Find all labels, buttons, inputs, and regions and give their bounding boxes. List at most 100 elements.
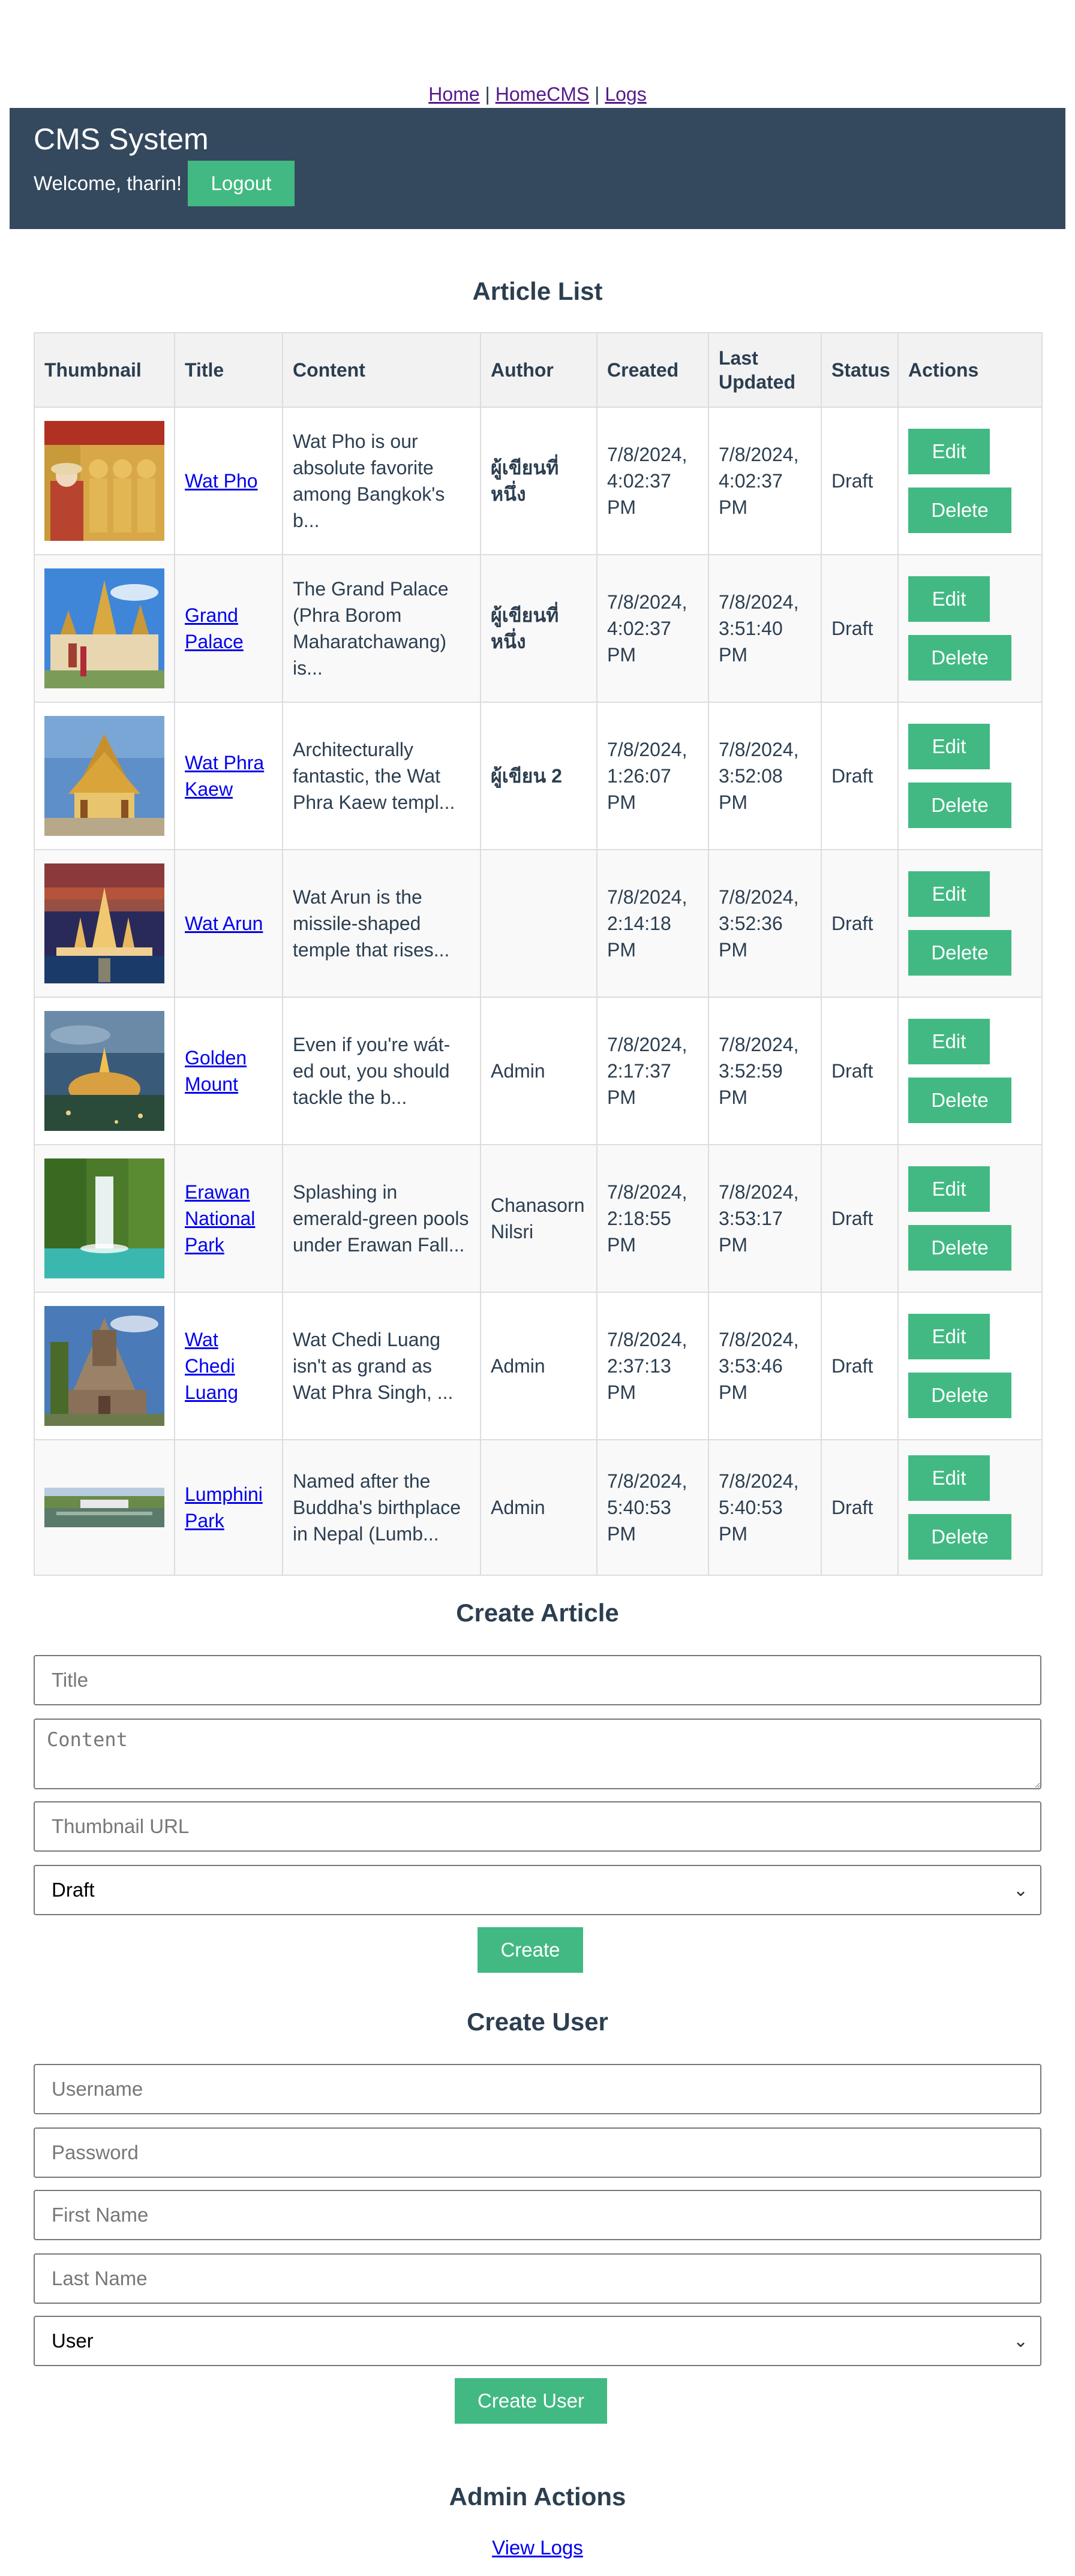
article-created: 7/8/2024, 2:37:13 PM (596, 1292, 709, 1440)
article-updated: 7/8/2024, 3:52:08 PM (708, 702, 822, 850)
article-thumbnail (44, 1306, 164, 1426)
edit-button[interactable]: Edit (908, 1314, 990, 1359)
thumbnail-url-input[interactable] (34, 1801, 1041, 1852)
article-author: ผู้เขียน 2 (480, 702, 597, 850)
column-header-content: Content (282, 332, 481, 408)
column-header-created: Created (596, 332, 709, 408)
article-content: Wat Arun is the missile-shaped temple th… (282, 849, 481, 998)
article-author: Admin (480, 1439, 597, 1576)
edit-button[interactable]: Edit (908, 871, 990, 917)
delete-button[interactable]: Delete (908, 930, 1011, 976)
last-name-input[interactable] (34, 2253, 1041, 2304)
article-content-textarea[interactable] (34, 1719, 1041, 1789)
article-title-link[interactable]: Wat Chedi Luang (185, 1329, 238, 1403)
article-content: Architecturally fantastic, the Wat Phra … (282, 702, 481, 850)
create-user-button[interactable]: Create User (455, 2378, 607, 2424)
edit-button[interactable]: Edit (908, 429, 990, 474)
article-title-link[interactable]: Grand Palace (185, 604, 244, 652)
delete-button[interactable]: Delete (908, 635, 1011, 681)
delete-button[interactable]: Delete (908, 1514, 1011, 1560)
article-status: Draft (821, 702, 899, 850)
delete-button[interactable]: Delete (908, 487, 1011, 533)
article-title-link[interactable]: Wat Phra Kaew (185, 752, 264, 800)
chevron-down-icon: ⌄ (1013, 1880, 1028, 1900)
article-title-link[interactable]: Golden Mount (185, 1047, 247, 1095)
delete-button[interactable]: Delete (908, 1373, 1011, 1418)
article-table: Thumbnail Title Content Author Created L… (34, 332, 1043, 1576)
article-content: The Grand Palace (Phra Borom Maharatchaw… (282, 554, 481, 703)
article-updated: 7/8/2024, 3:53:46 PM (708, 1292, 822, 1440)
create-article-title: Create Article (456, 1599, 619, 1627)
create-article-button[interactable]: Create (478, 1927, 583, 1973)
delete-button[interactable]: Delete (908, 1225, 1011, 1271)
article-created: 7/8/2024, 5:40:53 PM (596, 1439, 709, 1576)
article-status: Draft (821, 1292, 899, 1440)
password-input[interactable] (34, 2127, 1041, 2178)
article-title-link[interactable]: Wat Arun (185, 913, 263, 934)
article-author: Chanasorn Nilsri (480, 1144, 597, 1293)
edit-button[interactable]: Edit (908, 724, 990, 769)
article-thumbnail (44, 568, 164, 688)
article-title-link[interactable]: Erawan National Park (185, 1181, 255, 1256)
top-nav: Home | HomeCMS | Logs (0, 80, 1075, 108)
article-thumbnail (44, 863, 164, 983)
column-header-status: Status (821, 332, 899, 408)
nav-homecms-link[interactable]: HomeCMS (496, 83, 589, 105)
article-created: 7/8/2024, 4:02:37 PM (596, 554, 709, 703)
article-author: ผู้เขียนที่หนึ่ง (480, 554, 597, 703)
article-created: 7/8/2024, 4:02:37 PM (596, 407, 709, 555)
article-title-link[interactable]: Lumphini Park (185, 1483, 263, 1531)
table-header-row: Thumbnail Title Content Author Created L… (34, 332, 1043, 408)
article-status: Draft (821, 1144, 899, 1293)
nav-logs-link[interactable]: Logs (605, 83, 646, 105)
article-content: Wat Chedi Luang isn't as grand as Wat Ph… (282, 1292, 481, 1440)
edit-button[interactable]: Edit (908, 1166, 990, 1212)
view-logs-link[interactable]: View Logs (492, 2536, 583, 2559)
delete-button[interactable]: Delete (908, 783, 1011, 828)
article-title-input[interactable] (34, 1655, 1041, 1705)
article-thumbnail (44, 1158, 164, 1278)
article-status-selected: Draft (52, 1879, 95, 1901)
article-status-select[interactable]: Draft ⌄ (34, 1865, 1041, 1915)
app-header: CMS System Welcome, tharin! Logout (10, 108, 1065, 229)
article-status: Draft (821, 997, 899, 1145)
edit-button[interactable]: Edit (908, 576, 990, 622)
nav-separator: | (594, 83, 600, 105)
column-header-thumbnail: Thumbnail (34, 332, 175, 408)
table-row: Lumphini Park Named after the Buddha's b… (34, 1439, 1043, 1576)
article-thumbnail (44, 716, 164, 836)
edit-button[interactable]: Edit (908, 1019, 990, 1064)
user-role-selected: User (52, 2330, 94, 2352)
nav-home-link[interactable]: Home (428, 83, 479, 105)
welcome-text: Welcome, tharin! (34, 172, 182, 194)
column-header-title: Title (174, 332, 283, 408)
table-row: Wat Phra Kaew Architecturally fantastic,… (34, 702, 1043, 850)
create-user-title: Create User (467, 2008, 608, 2036)
view-logs-row: View Logs (0, 2536, 1075, 2559)
column-header-author: Author (480, 332, 597, 408)
nav-separator: | (485, 83, 490, 105)
article-status: Draft (821, 407, 899, 555)
article-author: Admin (480, 997, 597, 1145)
user-role-select[interactable]: User ⌄ (34, 2316, 1041, 2366)
article-title-link[interactable]: Wat Pho (185, 470, 258, 492)
article-list-title: Article List (472, 277, 603, 305)
username-input[interactable] (34, 2064, 1041, 2114)
article-content: Splashing in emerald-green pools under E… (282, 1144, 481, 1293)
article-updated: 7/8/2024, 4:02:37 PM (708, 407, 822, 555)
delete-button[interactable]: Delete (908, 1078, 1011, 1123)
table-row: Grand Palace The Grand Palace (Phra Boro… (34, 554, 1043, 703)
chevron-down-icon: ⌄ (1013, 2331, 1028, 2351)
article-thumbnail (44, 421, 164, 541)
article-status: Draft (821, 554, 899, 703)
article-author: Admin (480, 1292, 597, 1440)
article-updated: 7/8/2024, 3:51:40 PM (708, 554, 822, 703)
first-name-input[interactable] (34, 2190, 1041, 2240)
welcome-row: Welcome, tharin! Logout (34, 161, 1041, 206)
edit-button[interactable]: Edit (908, 1455, 990, 1501)
article-updated: 7/8/2024, 3:53:17 PM (708, 1144, 822, 1293)
logout-button[interactable]: Logout (187, 161, 295, 206)
article-thumbnail (44, 1011, 164, 1131)
article-status: Draft (821, 1439, 899, 1576)
table-row: Golden Mount Even if you're wát-ed out, … (34, 997, 1043, 1145)
